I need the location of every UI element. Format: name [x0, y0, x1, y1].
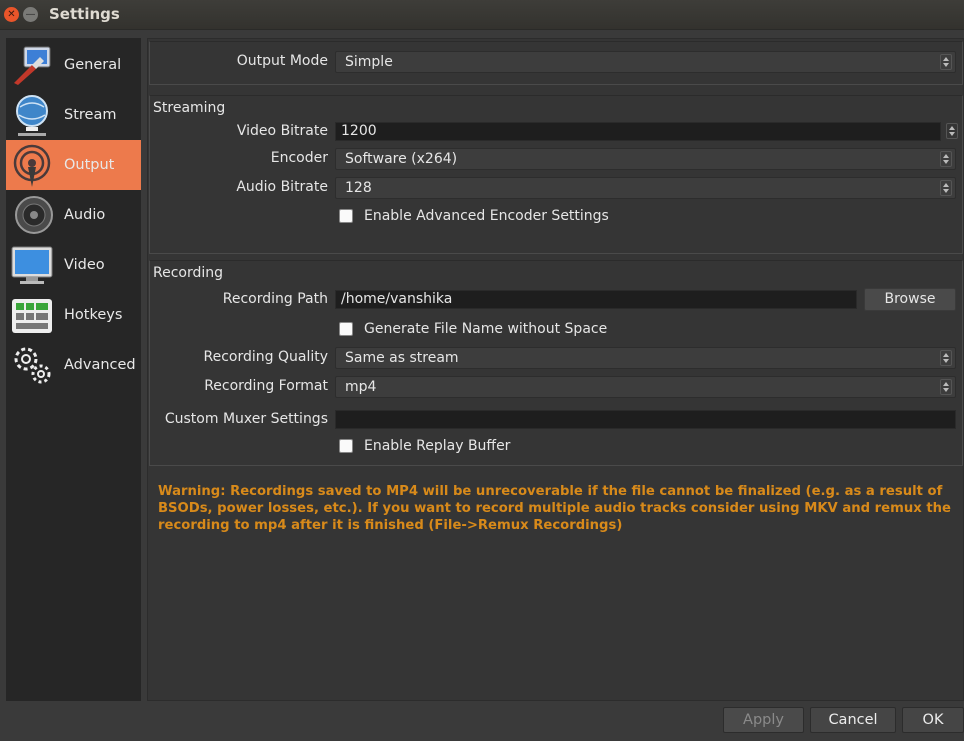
encoder-value: Software (x264) [345, 151, 458, 167]
sidebar-item-video[interactable]: Video [6, 240, 141, 290]
browse-button[interactable]: Browse [864, 288, 956, 311]
recording-quality-select[interactable]: Same as stream [335, 347, 956, 369]
replay-buffer-checkbox-row[interactable]: Enable Replay Buffer [339, 438, 739, 456]
recording-section: Recording Recording Path /home/vanshika … [149, 260, 963, 466]
output-mode-section: Output Mode Simple [149, 41, 963, 85]
ok-button[interactable]: OK [902, 707, 964, 733]
no-space-checkbox[interactable] [339, 322, 353, 336]
replay-buffer-checkbox[interactable] [339, 439, 353, 453]
cancel-button[interactable]: Cancel [810, 707, 896, 733]
advanced-encoder-checkbox-row[interactable]: Enable Advanced Encoder Settings [339, 208, 739, 226]
chevron-updown-icon [940, 54, 952, 70]
sidebar-item-label: Output [64, 157, 115, 173]
sidebar-item-label: Advanced [64, 357, 136, 373]
audio-icon [15, 196, 53, 234]
advanced-encoder-checkbox[interactable] [339, 209, 353, 223]
sidebar-item-label: Video [64, 257, 105, 273]
recording-section-title: Recording [153, 265, 224, 281]
chevron-updown-icon [940, 350, 952, 366]
video-bitrate-input[interactable]: 1200 [335, 122, 941, 141]
video-bitrate-spinner[interactable] [946, 123, 958, 139]
audio-bitrate-label: Audio Bitrate [236, 179, 328, 195]
chevron-updown-icon [940, 151, 952, 167]
recording-format-value: mp4 [345, 379, 377, 395]
sidebar-item-label: Hotkeys [64, 307, 123, 323]
sidebar-item-label: General [64, 57, 122, 73]
window-title: Settings [49, 5, 120, 23]
custom-muxer-input[interactable] [335, 410, 956, 429]
recording-quality-label: Recording Quality [203, 349, 329, 365]
hotkeys-icon [12, 299, 52, 333]
chevron-updown-icon [940, 379, 952, 395]
chevron-updown-icon [940, 180, 952, 196]
audio-bitrate-value: 128 [345, 180, 372, 196]
sidebar-item-stream[interactable]: Stream [6, 90, 141, 140]
streaming-section-title: Streaming [153, 100, 226, 116]
recording-path-label: Recording Path [222, 291, 328, 307]
sidebar-item-hotkeys[interactable]: Hotkeys [6, 290, 141, 340]
no-space-label: Generate File Name without Space [364, 321, 608, 337]
settings-sidebar: General Stream Output Audio Video Hotkey… [6, 38, 141, 701]
video-bitrate-label: Video Bitrate [236, 123, 328, 139]
recording-quality-value: Same as stream [345, 350, 459, 366]
mp4-warning-text: Warning: Recordings saved to MP4 will be… [158, 484, 951, 533]
replay-buffer-label: Enable Replay Buffer [364, 438, 511, 454]
advanced-icon [14, 347, 51, 384]
recording-path-input[interactable]: /home/vanshika [335, 290, 857, 309]
custom-muxer-label: Custom Muxer Settings [164, 411, 328, 427]
output-icon [13, 144, 51, 187]
encoder-label: Encoder [270, 150, 328, 166]
encoder-select[interactable]: Software (x264) [335, 148, 956, 170]
advanced-encoder-label: Enable Advanced Encoder Settings [364, 208, 609, 224]
title-bar: ✕ — Settings [0, 0, 964, 30]
streaming-section: Streaming Video Bitrate 1200 Encoder Sof… [149, 95, 963, 254]
output-settings-panel: Output Mode Simple Streaming Video Bitra… [147, 38, 964, 701]
video-icon [11, 246, 53, 284]
output-mode-label: Output Mode [236, 53, 328, 69]
sidebar-item-label: Audio [64, 207, 106, 223]
close-window-button[interactable]: ✕ [4, 7, 19, 22]
general-icon [14, 46, 51, 85]
stream-icon [16, 95, 48, 136]
apply-button[interactable]: Apply [723, 707, 804, 733]
output-mode-value: Simple [345, 54, 393, 70]
recording-format-label: Recording Format [204, 378, 328, 394]
no-space-checkbox-row[interactable]: Generate File Name without Space [339, 321, 739, 339]
sidebar-item-label: Stream [64, 107, 117, 123]
sidebar-item-general[interactable]: General [6, 40, 141, 90]
sidebar-item-audio[interactable]: Audio [6, 190, 141, 240]
sidebar-item-advanced[interactable]: Advanced [6, 340, 141, 390]
sidebar-item-output[interactable]: Output [6, 140, 141, 190]
minimize-window-button[interactable]: — [23, 7, 38, 22]
audio-bitrate-select[interactable]: 128 [335, 177, 956, 199]
recording-format-select[interactable]: mp4 [335, 376, 956, 398]
output-mode-select[interactable]: Simple [335, 51, 956, 73]
